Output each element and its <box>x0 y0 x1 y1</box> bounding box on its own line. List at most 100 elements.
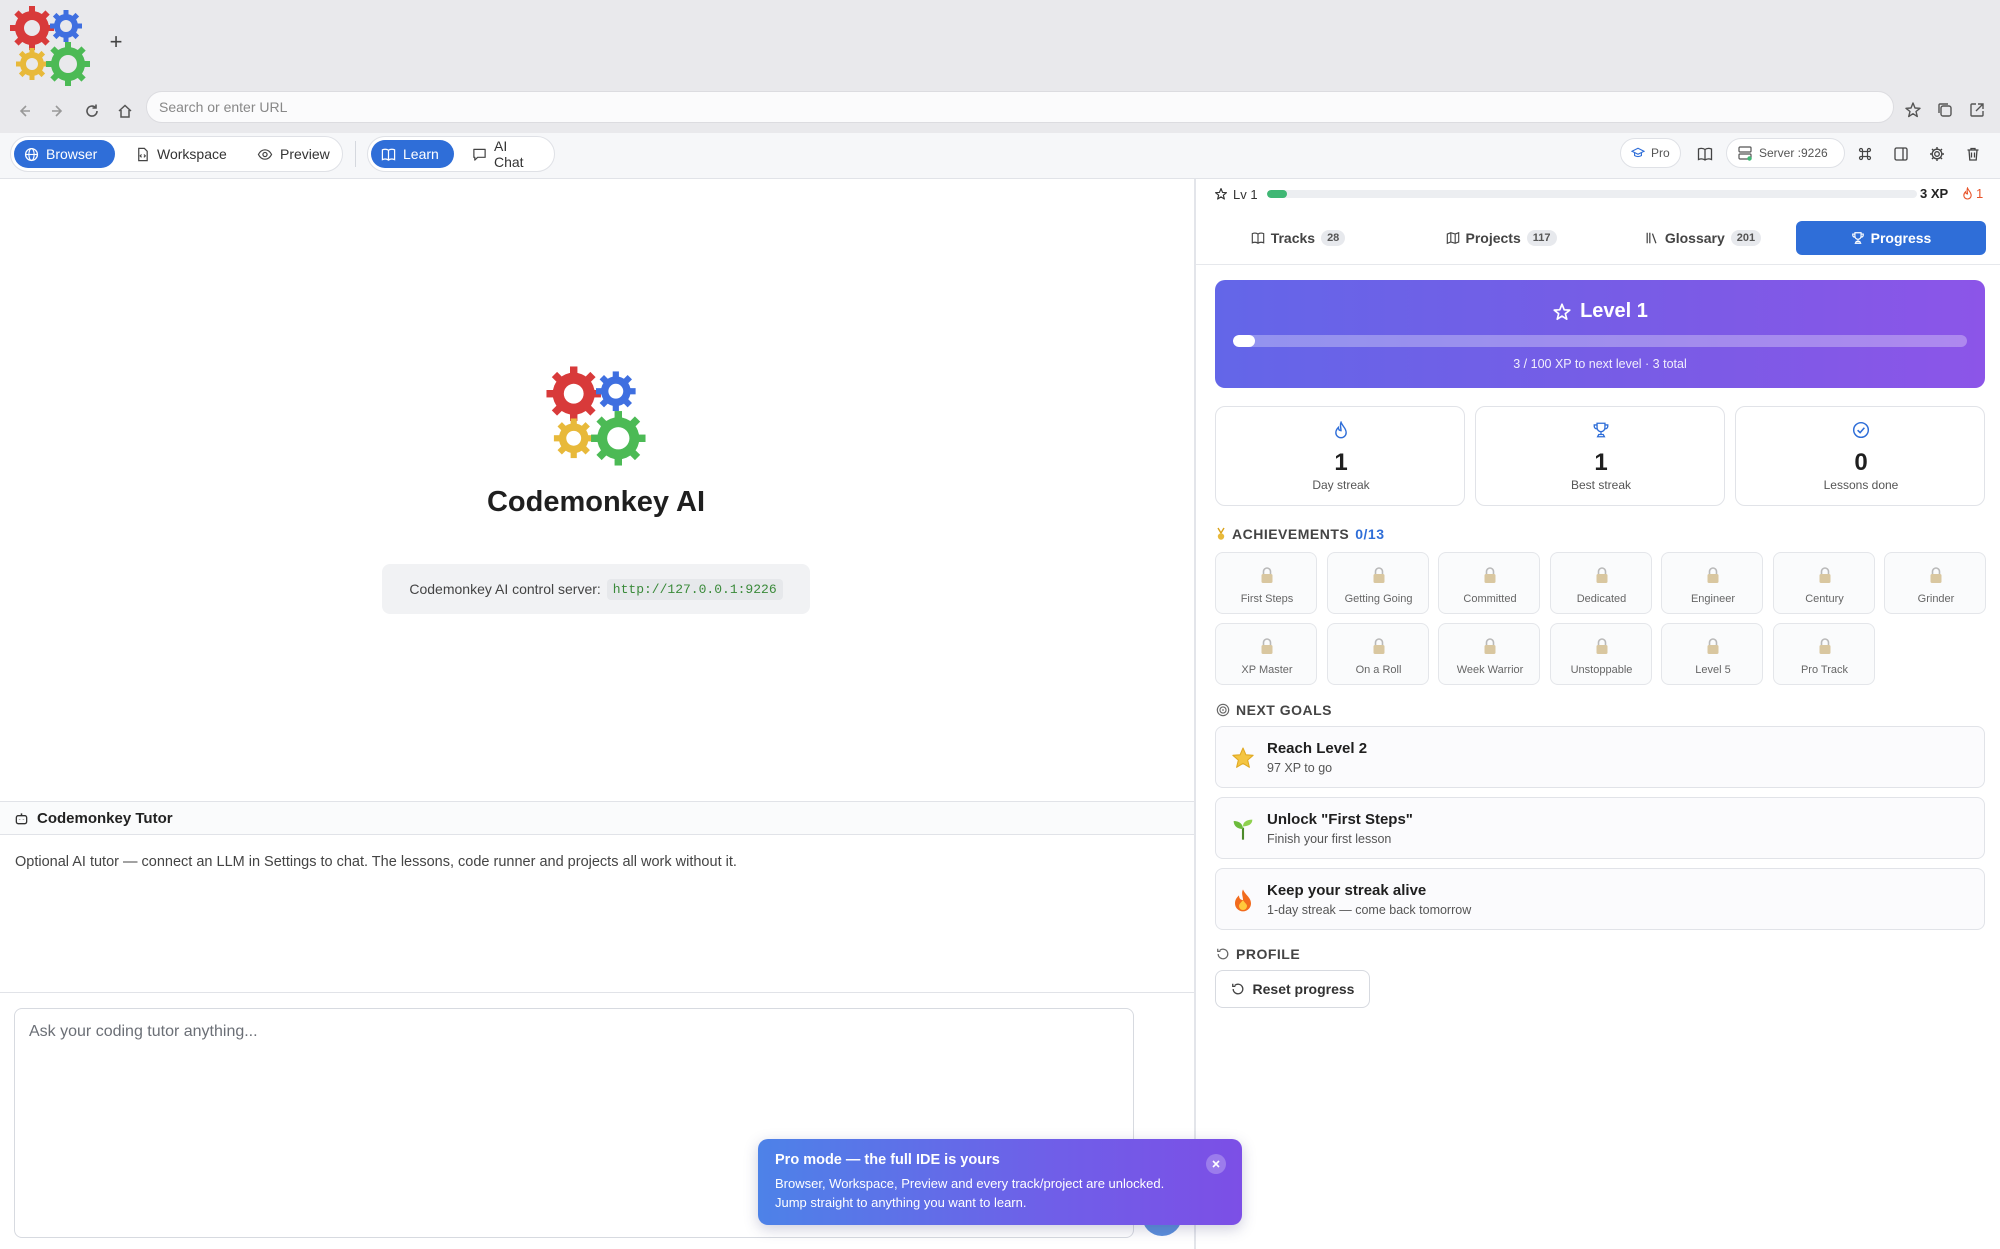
pro-badge[interactable]: Pro <box>1620 138 1681 168</box>
stat-lessons-done: 0 Lessons done <box>1735 406 1985 506</box>
back-arrow-icon[interactable] <box>12 99 36 123</box>
tab-label: Projects <box>1465 230 1521 246</box>
mode-workspace-button[interactable]: Workspace <box>125 140 235 168</box>
docs-book-icon[interactable] <box>1694 143 1716 165</box>
url-input[interactable] <box>147 92 1893 122</box>
tab-count: 117 <box>1526 230 1557 246</box>
stat-best-streak: 1 Best streak <box>1475 406 1725 506</box>
achievement-badge[interactable]: Level 5 <box>1661 623 1763 685</box>
achievement-badge[interactable]: Pro Track <box>1772 623 1875 685</box>
navigation-bar <box>0 89 2000 133</box>
achievement-badge[interactable]: Dedicated <box>1549 552 1652 614</box>
chat-icon <box>473 148 486 161</box>
goal-title: Unlock "First Steps" <box>1267 811 1413 828</box>
next-goals-title: NEXT GOALS <box>1236 702 1333 718</box>
tab-count: 28 <box>1321 230 1346 246</box>
globe-icon <box>24 147 39 161</box>
achievement-badge[interactable]: Unstoppable <box>1549 623 1652 685</box>
external-link-icon[interactable] <box>1966 99 1988 121</box>
library-icon <box>1646 232 1657 244</box>
achievement-name: First Steps <box>1240 593 1294 605</box>
url-bar[interactable] <box>146 91 1894 123</box>
tab-strip: + <box>0 0 2000 89</box>
mode-label: Browser <box>46 146 98 162</box>
server-url[interactable]: http://127.0.0.1:9226 <box>606 578 783 600</box>
tab-glossary[interactable]: Glossary 201 <box>1636 221 1770 255</box>
achievement-name: Dedicated <box>1576 593 1627 605</box>
reload-icon[interactable] <box>80 99 104 123</box>
new-tab-button[interactable]: + <box>104 30 128 54</box>
flame-icon <box>1335 421 1347 439</box>
xp-total: 3 XP <box>1920 186 1949 201</box>
tool-ai-chat-button[interactable]: AI Chat <box>462 138 550 170</box>
server-status-pill[interactable]: Server :9226 <box>1726 138 1845 168</box>
tab-tracks[interactable]: Tracks 28 <box>1242 221 1354 255</box>
home-icon[interactable] <box>113 99 137 123</box>
settings-gear-icon[interactable] <box>1926 143 1948 165</box>
achievement-name: Unstoppable <box>1570 664 1633 676</box>
achievement-badge[interactable]: First Steps <box>1215 552 1317 614</box>
stat-value: 1 <box>1594 449 1608 476</box>
reset-progress-button[interactable]: Reset progress <box>1215 970 1370 1008</box>
mode-browser-button[interactable]: Browser <box>14 140 115 168</box>
book-icon <box>381 148 396 161</box>
achievement-badge[interactable]: Week Warrior <box>1438 623 1540 685</box>
trash-icon[interactable] <box>1962 143 1984 165</box>
star-icon <box>1553 302 1571 320</box>
achievement-badge[interactable]: Grinder <box>1884 552 1986 614</box>
goal-card: Reach Level 2 97 XP to go <box>1215 726 1985 788</box>
achievement-name: Level 5 <box>1695 664 1731 676</box>
toast-body: Browser, Workspace, Preview and every tr… <box>775 1176 1165 1210</box>
xp-progress-fill <box>1267 190 1287 198</box>
check-circle-icon <box>1852 421 1870 439</box>
achievement-badge[interactable]: Engineer <box>1661 552 1763 614</box>
app-name-heading: Codemonkey AI <box>486 486 706 518</box>
goal-title: Keep your streak alive <box>1267 882 1427 899</box>
achievement-badge[interactable]: Committed <box>1438 552 1540 614</box>
bookmark-star-icon[interactable] <box>1902 99 1924 121</box>
tab-progress[interactable]: Progress <box>1796 221 1986 255</box>
lock-icon <box>1662 566 1764 584</box>
goal-subtitle: Finish your first lesson <box>1267 832 1392 846</box>
achievement-name: Century <box>1805 593 1844 605</box>
lock-icon <box>1216 566 1318 584</box>
command-icon[interactable] <box>1854 143 1876 165</box>
server-info-label: Codemonkey AI control server: <box>409 581 601 597</box>
achievement-badge[interactable]: Century <box>1772 552 1875 614</box>
achievement-name: Pro Track <box>1800 664 1849 676</box>
achievement-badge[interactable]: On a Roll <box>1326 623 1430 685</box>
map-icon <box>1446 231 1459 245</box>
goal-card: Unlock "First Steps" Finish your first l… <box>1215 797 1985 859</box>
tool-learn-button[interactable]: Learn <box>371 140 454 168</box>
achievement-name: Getting Going <box>1344 593 1413 605</box>
copy-window-icon[interactable] <box>1934 99 1956 121</box>
tool-switcher: Learn AI Chat <box>367 136 555 172</box>
xp-progress-bar <box>1267 190 1917 198</box>
close-icon[interactable] <box>1206 1154 1226 1174</box>
reset-icon <box>1231 983 1243 995</box>
achievement-badge[interactable]: Getting Going <box>1326 552 1429 614</box>
book-icon <box>1251 232 1264 244</box>
reset-label: Reset progress <box>1252 981 1355 997</box>
achievements-header: ACHIEVEMENTS 0/13 <box>1216 526 1384 542</box>
next-goals-header: NEXT GOALS <box>1216 702 1332 718</box>
trophy-icon <box>1851 232 1864 244</box>
streak-count: 1 <box>1976 186 1984 201</box>
flame-icon <box>1963 187 1972 200</box>
star-icon <box>1230 745 1256 771</box>
panel-layout-icon[interactable] <box>1890 143 1912 165</box>
achievement-name: On a Roll <box>1355 664 1402 676</box>
mode-label: Preview <box>280 146 330 162</box>
mode-preview-button[interactable]: Preview <box>247 140 339 168</box>
learn-tabs: Tracks 28 Projects 117 Glossary 201 Prog… <box>1196 213 2000 265</box>
goal-subtitle: 1-day streak — come back tomorrow <box>1267 903 1472 917</box>
achievement-badge[interactable]: XP Master <box>1215 623 1317 685</box>
stat-value: 1 <box>1334 449 1348 476</box>
tutor-header: Codemonkey Tutor <box>0 801 1194 835</box>
goal-subtitle: 97 XP to go <box>1267 761 1333 775</box>
forward-arrow-icon[interactable] <box>46 99 70 123</box>
tab-label: Progress <box>1870 230 1932 246</box>
lock-icon <box>1328 637 1430 655</box>
tab-projects[interactable]: Projects 117 <box>1434 221 1568 255</box>
hero-gears-logo-icon <box>546 366 646 466</box>
